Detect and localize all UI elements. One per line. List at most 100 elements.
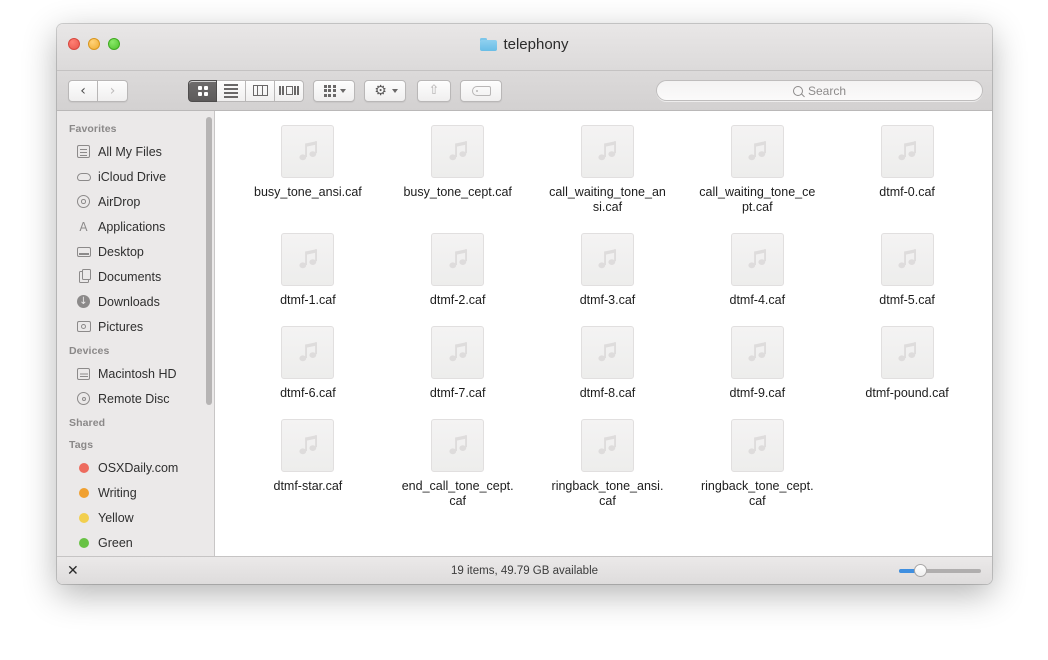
- chevron-left-icon: ‹: [80, 82, 86, 99]
- tag-button[interactable]: [460, 79, 502, 102]
- column-view-button[interactable]: [246, 79, 275, 102]
- columns-icon: [252, 85, 268, 96]
- sidebar: Favorites All My Files iCloud Drive AirD…: [57, 111, 215, 556]
- maximize-button[interactable]: [108, 38, 120, 50]
- file-item[interactable]: busy_tone_cept.caf: [383, 125, 533, 215]
- sidebar-item-label: Desktop: [98, 244, 144, 259]
- file-grid-area[interactable]: busy_tone_ansi.caf busy_tone_cept.caf call…: [215, 111, 992, 556]
- audio-file-icon: [281, 326, 335, 379]
- chevron-down-icon: [339, 88, 346, 93]
- file-item[interactable]: dtmf-7.caf: [383, 326, 533, 401]
- file-item[interactable]: dtmf-6.caf: [233, 326, 383, 401]
- file-item[interactable]: dtmf-star.caf: [233, 419, 383, 509]
- sidebar-item-tag-green[interactable]: Green: [57, 530, 214, 555]
- close-icon[interactable]: ✕: [67, 564, 79, 578]
- file-item[interactable]: busy_tone_ansi.caf: [233, 125, 383, 215]
- audio-file-icon: [730, 326, 784, 379]
- file-item[interactable]: dtmf-3.caf: [533, 233, 683, 308]
- grid-icon: [197, 85, 208, 96]
- file-label: ringback_tone_ansi.caf: [551, 479, 664, 508]
- close-button[interactable]: [68, 38, 80, 50]
- forward-button[interactable]: ›: [98, 79, 128, 102]
- sidebar-item-macintosh-hd[interactable]: Macintosh HD: [57, 361, 214, 386]
- file-item[interactable]: call_waiting_tone_ansi.caf: [533, 125, 683, 215]
- sidebar-item-label: Remote Disc: [98, 391, 170, 406]
- sidebar-header-tags: Tags: [69, 439, 94, 451]
- icon-view-button[interactable]: [188, 79, 217, 102]
- file-item[interactable]: dtmf-9.caf: [682, 326, 832, 401]
- tag-icon: [471, 85, 491, 96]
- file-label: dtmf-9.caf: [729, 386, 786, 400]
- list-icon: [224, 83, 238, 98]
- sidebar-item-label: Pictures: [98, 319, 144, 334]
- chevron-right-icon: ›: [109, 82, 116, 99]
- audio-file-icon: [580, 326, 634, 379]
- file-item[interactable]: dtmf-2.caf: [383, 233, 533, 308]
- file-item[interactable]: ringback_tone_cept.caf: [682, 419, 832, 509]
- tag-dot-icon: [76, 460, 91, 475]
- file-item[interactable]: ringback_tone_ansi.caf: [533, 419, 683, 509]
- file-item[interactable]: dtmf-1.caf: [233, 233, 383, 308]
- all-my-files-icon: [76, 144, 91, 159]
- title-bar[interactable]: telephony: [57, 24, 992, 71]
- file-label: dtmf-1.caf: [280, 293, 336, 307]
- slider-knob[interactable]: [914, 564, 927, 577]
- folder-icon: [480, 38, 498, 51]
- icon-size-slider[interactable]: [899, 564, 981, 578]
- audio-file-icon: [580, 233, 634, 286]
- sidebar-item-downloads[interactable]: ↓ Downloads: [57, 289, 214, 314]
- arrange-button[interactable]: [313, 79, 355, 102]
- file-label: busy_tone_ansi.caf: [254, 185, 362, 199]
- sidebar-item-remote-disc[interactable]: Remote Disc: [57, 386, 214, 411]
- sidebar-item-tag-yellow[interactable]: Yellow: [57, 505, 214, 530]
- file-label: dtmf-0.caf: [879, 185, 935, 199]
- audio-file-icon: [730, 233, 784, 286]
- minimize-button[interactable]: [88, 38, 100, 50]
- file-item[interactable]: dtmf-8.caf: [533, 326, 683, 401]
- file-label: dtmf-5.caf: [879, 293, 935, 307]
- sidebar-item-all-my-files[interactable]: All My Files: [57, 139, 214, 164]
- coverflow-view-button[interactable]: [275, 79, 304, 102]
- file-label: dtmf-8.caf: [579, 386, 636, 400]
- window-controls: [68, 38, 120, 50]
- audio-file-icon: [730, 419, 784, 472]
- file-label: call_waiting_tone_cept.caf: [699, 185, 816, 214]
- audio-file-icon: [431, 125, 485, 178]
- sidebar-item-tag-osxdaily[interactable]: OSXDaily.com: [57, 455, 214, 480]
- file-item[interactable]: dtmf-0.caf: [832, 125, 982, 215]
- sidebar-item-label: Macintosh HD: [98, 366, 177, 381]
- applications-icon: A: [79, 219, 88, 234]
- sidebar-item-label: Downloads: [98, 294, 160, 309]
- file-item[interactable]: dtmf-5.caf: [832, 233, 982, 308]
- sidebar-item-pictures[interactable]: Pictures: [57, 314, 214, 339]
- arrange-icon: [323, 84, 336, 97]
- sidebar-item-icloud-drive[interactable]: iCloud Drive: [57, 164, 214, 189]
- share-button[interactable]: ⇧: [417, 79, 451, 102]
- sidebar-scrollbar[interactable]: [206, 117, 212, 405]
- window-body: Favorites All My Files iCloud Drive AirD…: [57, 111, 992, 556]
- view-mode-switcher: [188, 79, 304, 102]
- icloud-icon: [76, 169, 91, 184]
- file-item[interactable]: end_call_tone_cept.caf: [383, 419, 533, 509]
- file-item[interactable]: dtmf-4.caf: [682, 233, 832, 308]
- sidebar-item-desktop[interactable]: Desktop: [57, 239, 214, 264]
- sidebar-item-tag-writing[interactable]: Writing: [57, 480, 214, 505]
- audio-file-icon: [580, 419, 634, 472]
- audio-file-icon: [431, 233, 485, 286]
- status-text: 19 items, 49.79 GB available: [450, 564, 599, 577]
- file-label: dtmf-3.caf: [579, 293, 636, 307]
- file-item[interactable]: call_waiting_tone_cept.caf: [682, 125, 832, 215]
- list-view-button[interactable]: [217, 79, 246, 102]
- sidebar-item-label: Applications: [98, 219, 166, 234]
- search-input[interactable]: Search: [656, 80, 983, 101]
- airdrop-icon: [76, 194, 91, 209]
- sidebar-item-documents[interactable]: Documents: [57, 264, 214, 289]
- sidebar-item-airdrop[interactable]: AirDrop: [57, 189, 214, 214]
- action-button[interactable]: ⚙: [364, 79, 406, 102]
- file-item[interactable]: dtmf-pound.caf: [832, 326, 982, 401]
- back-button[interactable]: ‹: [68, 79, 98, 102]
- sidebar-item-applications[interactable]: A Applications: [57, 214, 214, 239]
- disc-icon: [76, 391, 91, 406]
- sidebar-item-label: OSXDaily.com: [98, 460, 179, 475]
- audio-file-icon: [281, 233, 335, 286]
